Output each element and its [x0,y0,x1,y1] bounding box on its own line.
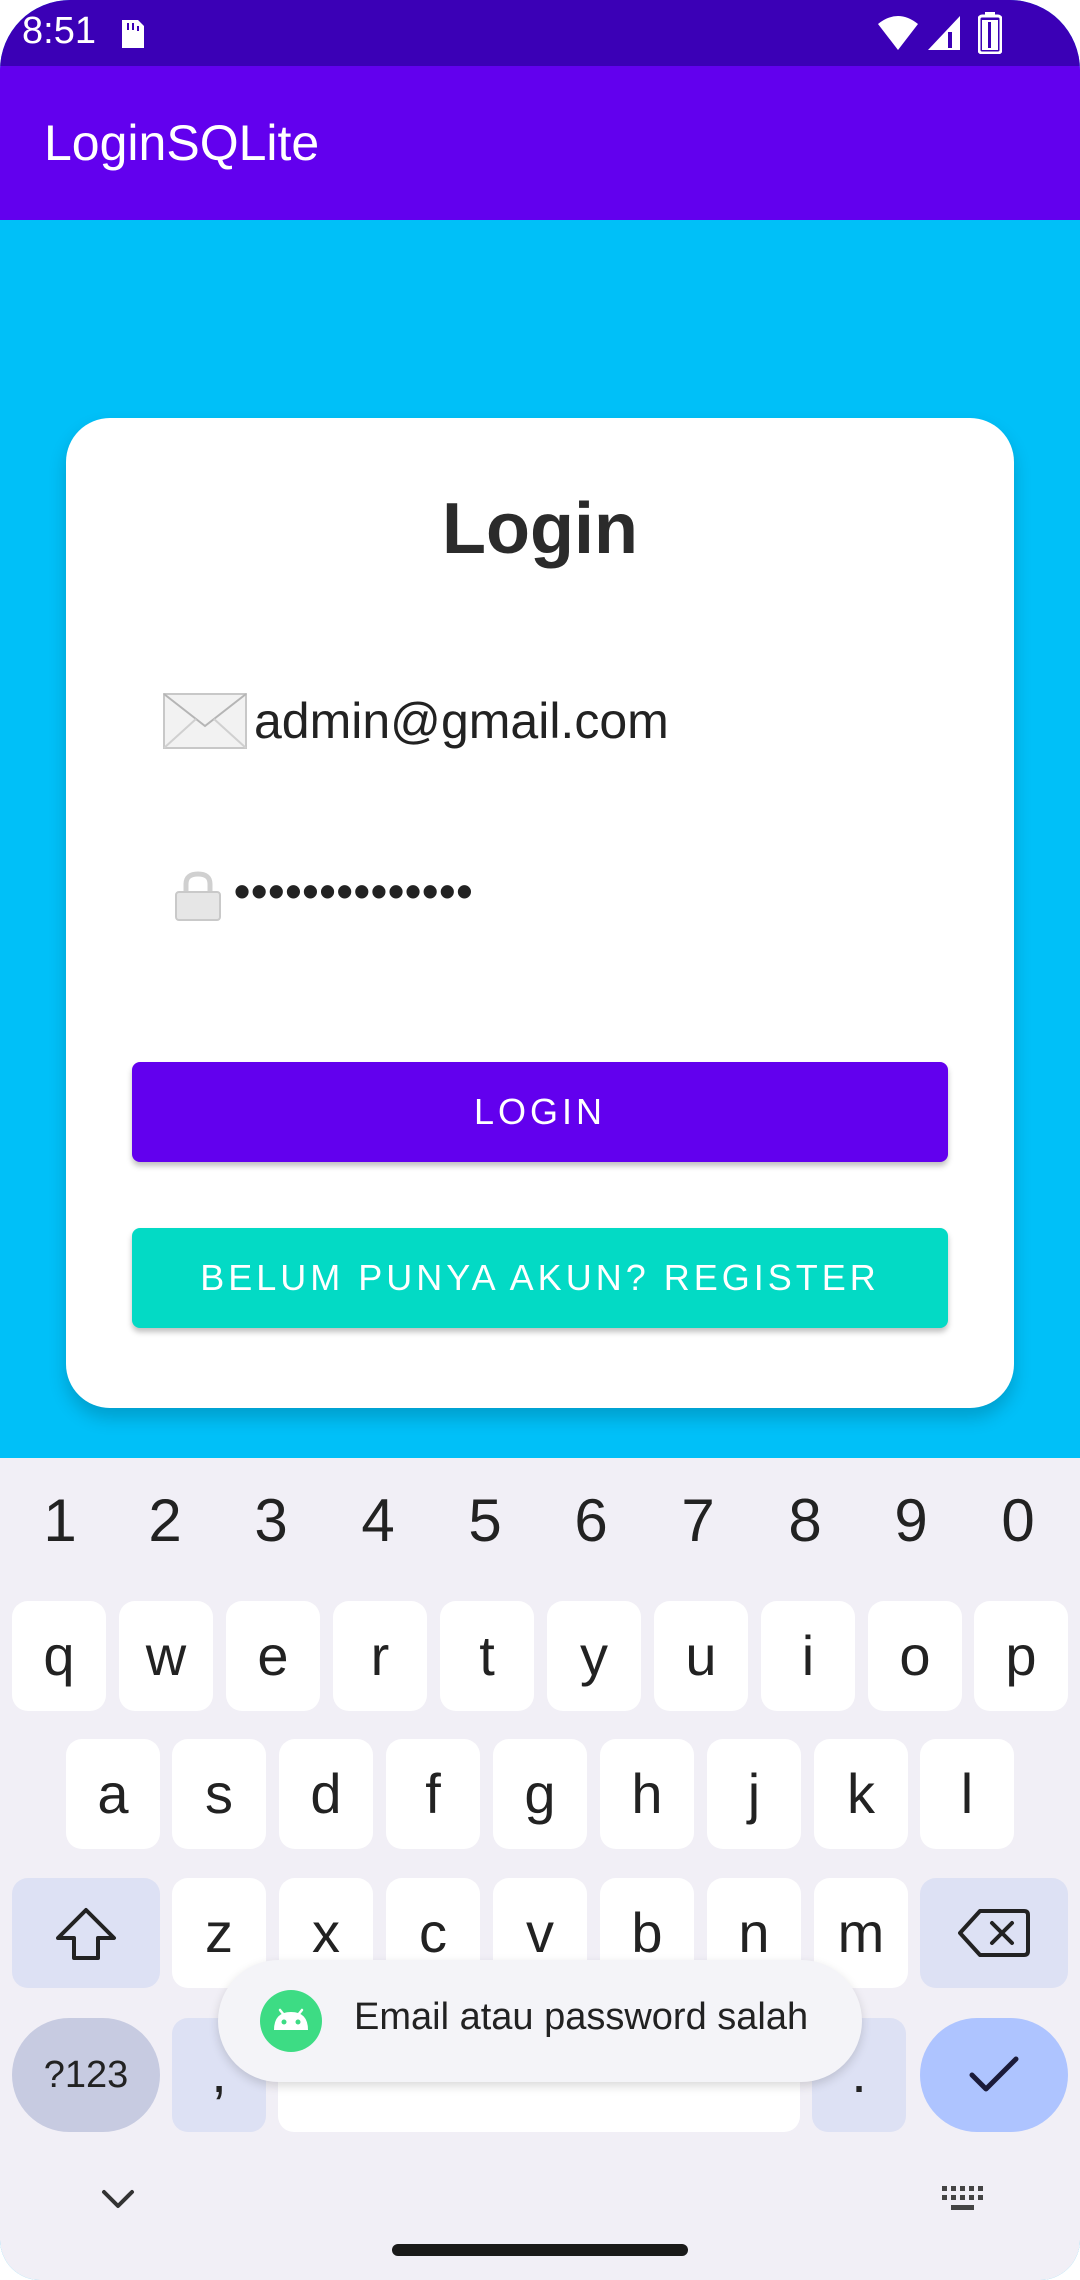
key-s[interactable]: s [172,1739,266,1849]
key-4[interactable]: 4 [338,1486,418,1555]
key-h[interactable]: h [600,1739,694,1849]
signal-icon [928,16,960,50]
key-r[interactable]: r [333,1601,427,1711]
login-title: Login [442,489,638,569]
key-e[interactable]: e [226,1601,320,1711]
login-card: Login admin@gmail.com •••••••••••••• LOG… [66,418,1014,1408]
password-field[interactable]: •••••••••••••• [174,865,954,940]
key-u[interactable]: u [654,1601,748,1711]
key-7[interactable]: 7 [658,1486,738,1555]
backspace-key[interactable] [920,1878,1068,1988]
key-d[interactable]: d [279,1739,373,1849]
key-w[interactable]: w [119,1601,213,1711]
key-f[interactable]: f [386,1739,480,1849]
login-button[interactable]: LOGIN [132,1062,948,1162]
key-8[interactable]: 8 [765,1486,845,1555]
password-value: •••••••••••••• [234,865,474,917]
app-title: LoginSQLite [44,115,320,171]
key-o[interactable]: o [868,1601,962,1711]
key-3[interactable]: 3 [231,1486,311,1555]
backspace-icon [958,1909,1030,1957]
key-6[interactable]: 6 [551,1486,631,1555]
key-j[interactable]: j [707,1739,801,1849]
status-time: 8:51 [22,10,96,52]
number-row: 1 2 3 4 5 6 7 8 9 0 [0,1458,1080,1578]
toast-message: Email atau password salah [218,1960,862,2082]
login-screen: Login admin@gmail.com •••••••••••••• LOG… [0,220,1080,1458]
home-indicator[interactable] [392,2244,688,2256]
key-k[interactable]: k [814,1739,908,1849]
key-0[interactable]: 0 [978,1486,1058,1555]
key-5[interactable]: 5 [445,1486,525,1555]
email-value: admin@gmail.com [254,693,669,749]
battery-icon [978,12,1002,54]
key-g[interactable]: g [493,1739,587,1849]
status-bar: 8:51 [0,0,1080,66]
key-1[interactable]: 1 [20,1486,100,1555]
key-2[interactable]: 2 [125,1486,205,1555]
soft-keyboard: 1 2 3 4 5 6 7 8 9 0 q w e r t y u i o p … [0,1458,1080,2280]
keyboard-icon[interactable] [940,2184,986,2214]
sd-card-icon [122,20,144,48]
key-t[interactable]: t [440,1601,534,1711]
android-icon [260,1990,322,2052]
register-button[interactable]: BELUM PUNYA AKUN? REGISTER [132,1228,948,1328]
chevron-down-icon[interactable] [100,2186,136,2214]
key-p[interactable]: p [974,1601,1068,1711]
key-q[interactable]: q [12,1601,106,1711]
key-9[interactable]: 9 [871,1486,951,1555]
lock-icon [175,871,221,921]
app-bar: LoginSQLite [0,66,1080,220]
enter-key[interactable] [920,2018,1068,2132]
key-i[interactable]: i [761,1601,855,1711]
shift-icon [56,1908,116,1960]
shift-key[interactable] [12,1878,160,1988]
toast-text: Email atau password salah [354,1996,809,2038]
email-field[interactable]: admin@gmail.com [162,684,942,754]
phone-screen: 8:51 LoginSQLite Login admin@gmail.com •… [0,0,1080,2280]
checkmark-icon [969,2056,1019,2092]
symbols-key[interactable]: ?123 [12,2018,160,2132]
key-a[interactable]: a [66,1739,160,1849]
wifi-icon [878,16,918,50]
envelope-icon [163,693,247,749]
key-l[interactable]: l [920,1739,1014,1849]
key-y[interactable]: y [547,1601,641,1711]
